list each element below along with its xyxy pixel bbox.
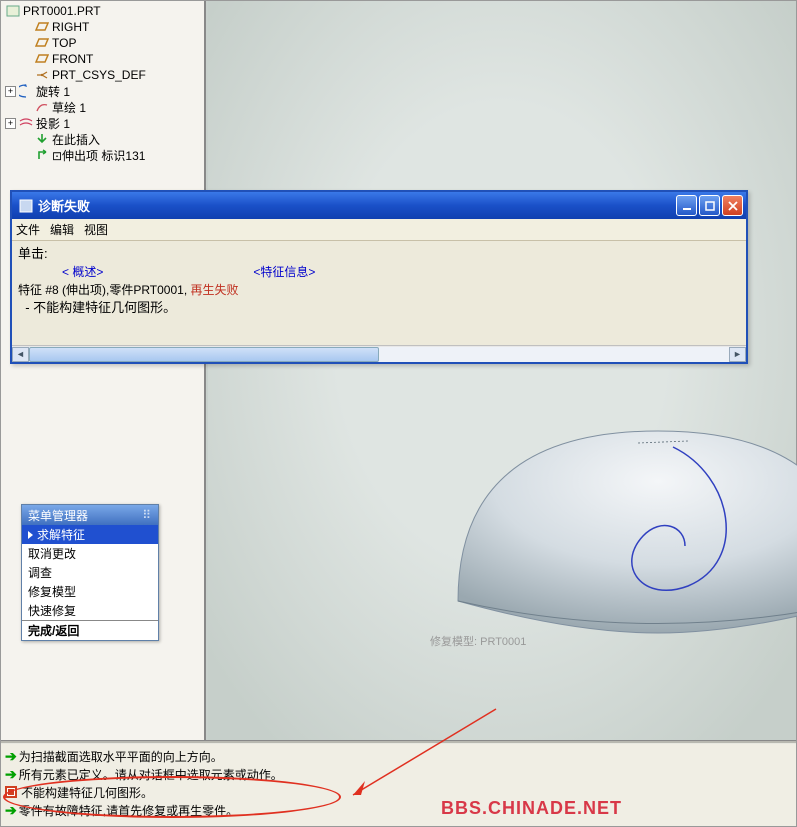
- 3d-model: [443, 401, 797, 641]
- tree-item-label: RIGHT: [52, 20, 89, 34]
- dialog-titlebar[interactable]: 诊断失败: [12, 192, 746, 219]
- dialog-menu-bar: 文件 编辑 视图: [12, 219, 746, 241]
- scroll-left-button[interactable]: ◄: [12, 347, 29, 362]
- message-row: ➔为扫描截面选取水平平面的向上方向。: [5, 747, 792, 765]
- tree-item-label: 草绘 1: [52, 99, 86, 116]
- model-label: 修复模型: PRT0001: [430, 633, 526, 649]
- close-button[interactable]: [722, 195, 743, 216]
- dialog-icon: [18, 198, 34, 214]
- watermark: BBS.CHINADE.NET: [441, 798, 622, 819]
- dialog-body: 单击: < 概述> <特征信息> 特征 #8 (伸出项),零件PRT0001, …: [12, 241, 746, 345]
- mm-item-solve[interactable]: 求解特征: [22, 525, 158, 544]
- model-tree: PRT0001.PRT RIGHT TOP FRONT PRT_CSYS_DEF…: [1, 1, 204, 163]
- message-text: 不能构建特征几何图形。: [21, 784, 153, 801]
- sketch-icon: [34, 100, 50, 114]
- menu-manager-title[interactable]: 菜单管理器 ⠿: [22, 505, 158, 525]
- expand-icon[interactable]: +: [5, 86, 16, 97]
- tree-item-revolve[interactable]: + 旋转 1: [3, 83, 204, 99]
- tree-root-label: PRT0001.PRT: [23, 4, 101, 18]
- dialog-title: 诊断失败: [38, 196, 676, 215]
- menu-file[interactable]: 文件: [16, 221, 40, 238]
- mm-item-fixmodel[interactable]: 修复模型: [22, 582, 158, 601]
- tree-item-label: 旋转 1: [36, 83, 70, 100]
- menu-edit[interactable]: 编辑: [50, 221, 74, 238]
- grip-icon: ⠿: [142, 508, 152, 522]
- error-icon: [5, 786, 17, 798]
- error-line: 特征 #8 (伸出项),零件PRT0001, 再生失败: [18, 281, 740, 299]
- message-row: 不能构建特征几何图形。: [5, 783, 792, 801]
- tree-item-project[interactable]: + 投影 1: [3, 115, 204, 131]
- scroll-thumb[interactable]: [29, 347, 379, 362]
- tree-item-label: PRT_CSYS_DEF: [52, 68, 146, 82]
- error-detail: - 不能构建特征几何图形。: [18, 299, 740, 317]
- scroll-track[interactable]: [29, 347, 729, 362]
- tree-item-label: 投影 1: [36, 115, 70, 132]
- message-row: ➔所有元素已定义。请从对话框中选取元素或动作。: [5, 765, 792, 783]
- info-arrow-icon: ➔: [5, 748, 17, 765]
- tree-item-label: TOP: [52, 36, 76, 50]
- tree-item-csys[interactable]: PRT_CSYS_DEF: [3, 67, 204, 83]
- tree-item-insert-here[interactable]: 在此插入: [3, 131, 204, 147]
- tree-item-label: ⊡伸出项 标识131: [52, 147, 145, 164]
- tree-root[interactable]: PRT0001.PRT: [3, 3, 204, 19]
- tree-item-sketch[interactable]: 草绘 1: [3, 99, 204, 115]
- part-icon: [5, 4, 21, 18]
- tree-item-front[interactable]: FRONT: [3, 51, 204, 67]
- plane-icon: [34, 36, 50, 50]
- mm-item-label: 求解特征: [37, 526, 85, 543]
- project-icon: [18, 116, 34, 130]
- mm-item-quickfix[interactable]: 快速修复: [22, 601, 158, 620]
- dialog-hscrollbar[interactable]: ◄ ►: [12, 345, 746, 362]
- mm-item-label: 完成/返回: [28, 622, 79, 639]
- message-text: 零件有故障特征,请首先修复或再生零件。: [19, 802, 238, 819]
- error-regen-text: 再生失败: [191, 283, 239, 297]
- maximize-button[interactable]: [699, 195, 720, 216]
- 3d-viewport[interactable]: 修复模型: PRT0001: [208, 1, 796, 740]
- protrude-icon: [34, 148, 50, 162]
- mm-item-label: 修复模型: [28, 583, 76, 600]
- message-panel: ➔为扫描截面选取水平平面的向上方向。 ➔所有元素已定义。请从对话框中选取元素或动…: [1, 744, 796, 826]
- diagnosis-dialog: 诊断失败 文件 编辑 视图 单击: < 概述> <特征信息> 特征 #8 (伸出…: [10, 190, 748, 364]
- tree-item-right[interactable]: RIGHT: [3, 19, 204, 35]
- minimize-button[interactable]: [676, 195, 697, 216]
- message-row: ➔零件有故障特征,请首先修复或再生零件。: [5, 801, 792, 819]
- mm-item-label: 取消更改: [28, 545, 76, 562]
- mm-item-label: 调查: [28, 564, 52, 581]
- mm-item-investigate[interactable]: 调查: [22, 563, 158, 582]
- overview-link[interactable]: < 概述>: [62, 263, 103, 281]
- plane-icon: [34, 20, 50, 34]
- info-arrow-icon: ➔: [5, 766, 17, 783]
- scroll-right-button[interactable]: ►: [729, 347, 746, 362]
- menu-view[interactable]: 视图: [84, 221, 108, 238]
- message-text: 所有元素已定义。请从对话框中选取元素或动作。: [19, 766, 283, 783]
- tree-item-label: 在此插入: [52, 131, 100, 148]
- menu-manager: 菜单管理器 ⠿ 求解特征 取消更改 调查 修复模型 快速修复 完成/返回: [21, 504, 159, 641]
- expand-icon[interactable]: +: [5, 118, 16, 129]
- tree-item-label: FRONT: [52, 52, 93, 66]
- info-arrow-icon: ➔: [5, 802, 17, 819]
- mm-item-done[interactable]: 完成/返回: [22, 621, 158, 640]
- tree-item-protrusion[interactable]: ⊡伸出项 标识131: [3, 147, 204, 163]
- plane-icon: [34, 52, 50, 66]
- message-text: 为扫描截面选取水平平面的向上方向。: [19, 748, 223, 765]
- feature-info-link[interactable]: <特征信息>: [253, 263, 315, 281]
- error-feature-text: 特征 #8 (伸出项),零件PRT0001,: [18, 283, 191, 297]
- menu-manager-title-text: 菜单管理器: [28, 507, 88, 524]
- mm-item-label: 快速修复: [28, 602, 76, 619]
- csys-icon: [34, 68, 50, 82]
- revolve-icon: [18, 84, 34, 98]
- menu-arrow-icon: [28, 531, 33, 539]
- tree-item-top[interactable]: TOP: [3, 35, 204, 51]
- click-label: 单击:: [18, 245, 740, 263]
- mm-item-undo[interactable]: 取消更改: [22, 544, 158, 563]
- insert-arrow-icon: [34, 132, 50, 146]
